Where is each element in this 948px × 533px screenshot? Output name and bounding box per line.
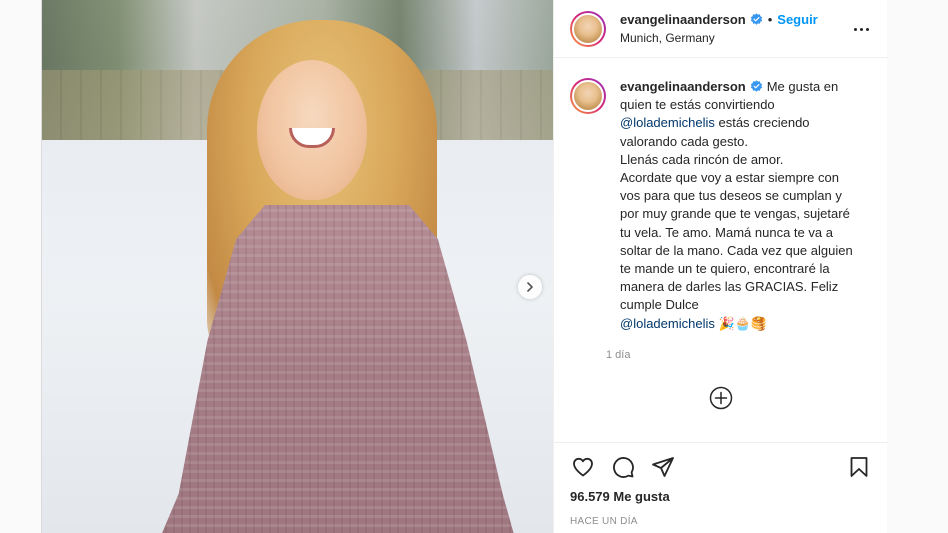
more-dot xyxy=(859,27,863,31)
posted-timestamp[interactable]: HACE UN DÍA xyxy=(570,516,872,527)
caption-comment: evangelinaanderson Me gusta en quien te … xyxy=(570,78,870,361)
comment-time[interactable]: 1 día xyxy=(606,349,860,361)
location-link[interactable]: Munich, Germany xyxy=(620,31,818,45)
post-actions: 96.579 Me gusta HACE UN DÍA xyxy=(554,442,888,527)
page: evangelinaanderson • Seguir Munich, Germ… xyxy=(0,0,948,533)
more-options-icon xyxy=(853,27,857,31)
save-button[interactable] xyxy=(846,454,872,480)
header-username[interactable]: evangelinaanderson xyxy=(620,12,746,27)
caption-line-3: Llenás cada rincón de amor. xyxy=(620,151,784,167)
mention-link[interactable]: @lolademichelis xyxy=(620,316,715,331)
likes-count[interactable]: 96.579 Me gusta xyxy=(570,489,872,504)
caption-wrapper: evangelinaanderson Me gusta en quien te … xyxy=(606,78,860,361)
post-photo[interactable] xyxy=(42,0,553,533)
heart-icon xyxy=(573,457,593,477)
comment-icon xyxy=(613,457,634,478)
avatar[interactable] xyxy=(570,10,606,47)
like-button[interactable] xyxy=(570,454,596,480)
separator-dot: • xyxy=(767,12,773,27)
caption-text: evangelinaanderson Me gusta en quien te … xyxy=(620,78,860,333)
caption-emojis: 🎉🧁🥞 xyxy=(718,315,768,331)
follow-button[interactable]: Seguir xyxy=(777,12,817,27)
caption-avatar[interactable] xyxy=(570,78,606,114)
more-dot xyxy=(865,27,869,31)
post-modal: evangelinaanderson • Seguir Munich, Germ… xyxy=(41,0,888,533)
more-options-button[interactable] xyxy=(850,18,872,40)
caption-username[interactable]: evangelinaanderson xyxy=(620,79,746,94)
header-info: evangelinaanderson • Seguir Munich, Germ… xyxy=(620,12,818,45)
post-header: evangelinaanderson • Seguir Munich, Germ… xyxy=(554,0,888,58)
load-more-comments-button[interactable] xyxy=(709,386,733,410)
avatar-image xyxy=(572,80,604,112)
comment-button[interactable] xyxy=(610,454,636,480)
next-photo-button[interactable] xyxy=(518,275,542,299)
share-button[interactable] xyxy=(650,454,676,480)
post-sidebar: evangelinaanderson • Seguir Munich, Germ… xyxy=(553,0,888,533)
mention-link[interactable]: @lolademichelis xyxy=(620,115,715,130)
share-icon xyxy=(652,457,674,477)
verified-badge-icon xyxy=(750,13,762,25)
add-circle-icon xyxy=(709,386,733,410)
header-row: evangelinaanderson • Seguir xyxy=(620,12,818,27)
chevron-right-icon xyxy=(527,282,533,292)
avatar-image xyxy=(572,12,604,45)
caption-line-4: Acordate que voy a estar siempre con vos… xyxy=(620,170,853,313)
action-icons xyxy=(570,443,872,491)
bookmark-icon xyxy=(850,457,868,477)
verified-badge-icon xyxy=(750,80,762,92)
